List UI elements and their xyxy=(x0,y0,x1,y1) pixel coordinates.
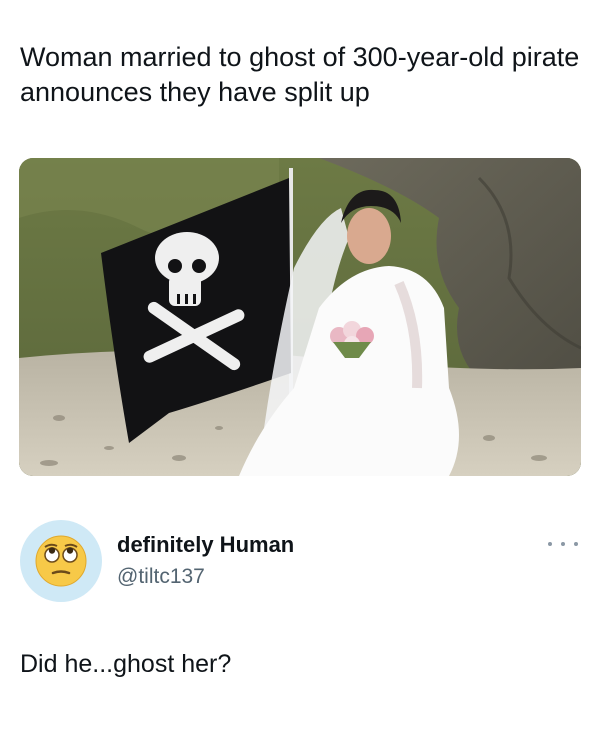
reply-text: Did he...ghost her? xyxy=(20,650,232,678)
bride-face xyxy=(347,208,391,264)
dot-icon xyxy=(574,542,578,546)
wedding-photo-illustration xyxy=(19,158,581,476)
eye-roll-emoji-icon xyxy=(35,535,87,587)
avatar[interactable] xyxy=(20,520,102,602)
post-photo[interactable] xyxy=(19,158,581,476)
user-handle[interactable]: @tiltc137 xyxy=(117,565,205,589)
display-name[interactable]: definitely Human xyxy=(117,532,294,558)
post-headline: Woman married to ghost of 300-year-old p… xyxy=(20,42,580,107)
dot-icon xyxy=(561,542,565,546)
dot-icon xyxy=(548,542,552,546)
more-options-icon[interactable] xyxy=(548,536,578,552)
